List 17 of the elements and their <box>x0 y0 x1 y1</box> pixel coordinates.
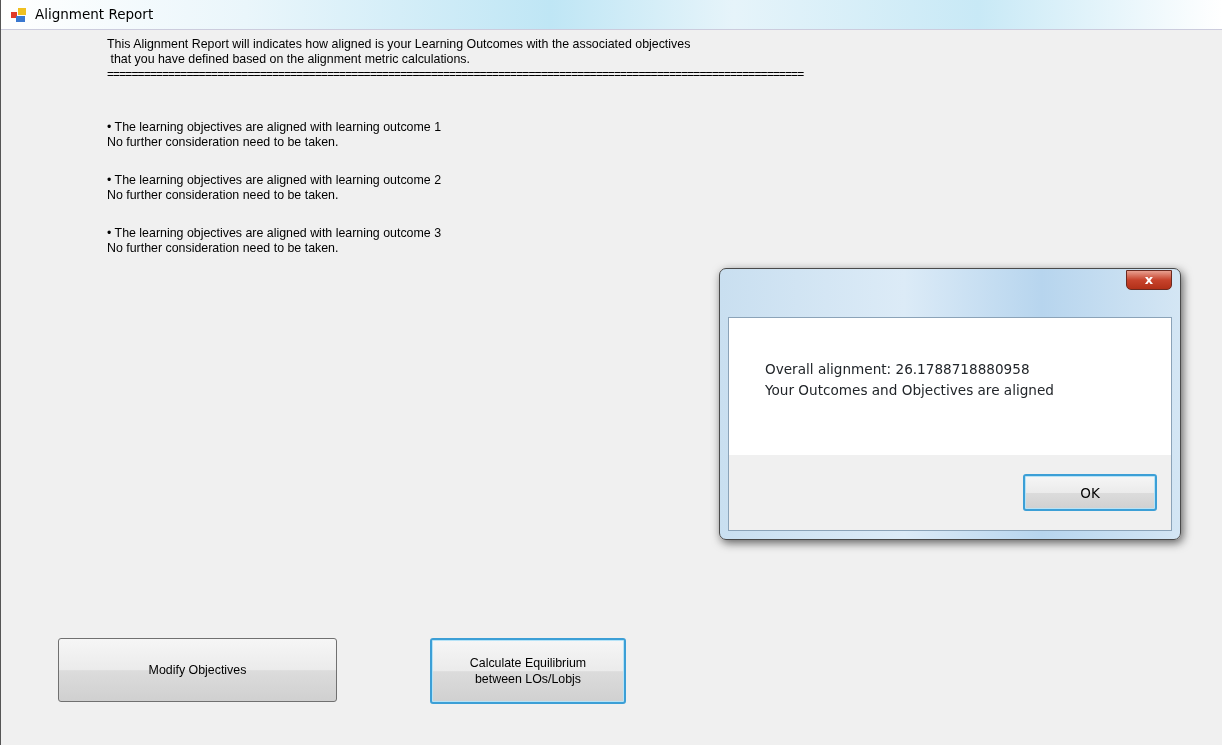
note-text: No further consideration need to be taken. <box>107 241 340 256</box>
intro-text: This Alignment Report will indicates how aligned is your Learning Outcomes with the associated objectives <box>107 37 692 52</box>
message-text: Overall alignment: 26.1788718880958 <box>765 360 1031 379</box>
message-text: Your Outcomes and Objectives are aligned <box>765 381 1055 400</box>
ok-button[interactable]: OK <box>1023 474 1157 511</box>
intro-text: ================================================================================================================== <box>107 67 805 82</box>
intro-text: that you have defined based on the alignment metric calculations. <box>109 52 471 67</box>
window-title: Alignment Report <box>35 5 154 25</box>
finding-text: • The learning objectives are aligned with learning outcome 1 <box>107 120 443 135</box>
close-button[interactable]: x <box>1126 270 1172 290</box>
action-button[interactable]: Modify Objectives <box>58 638 337 702</box>
note-text: No further consideration need to be taken. <box>107 188 340 203</box>
app-icon <box>11 6 27 23</box>
note-text: No further consideration need to be taken. <box>107 135 340 150</box>
action-button[interactable]: Calculate Equilibrium between LOs/Lobjs <box>430 638 626 704</box>
finding-text: • The learning objectives are aligned with learning outcome 2 <box>107 173 443 188</box>
finding-text: • The learning objectives are aligned with learning outcome 3 <box>107 226 443 241</box>
